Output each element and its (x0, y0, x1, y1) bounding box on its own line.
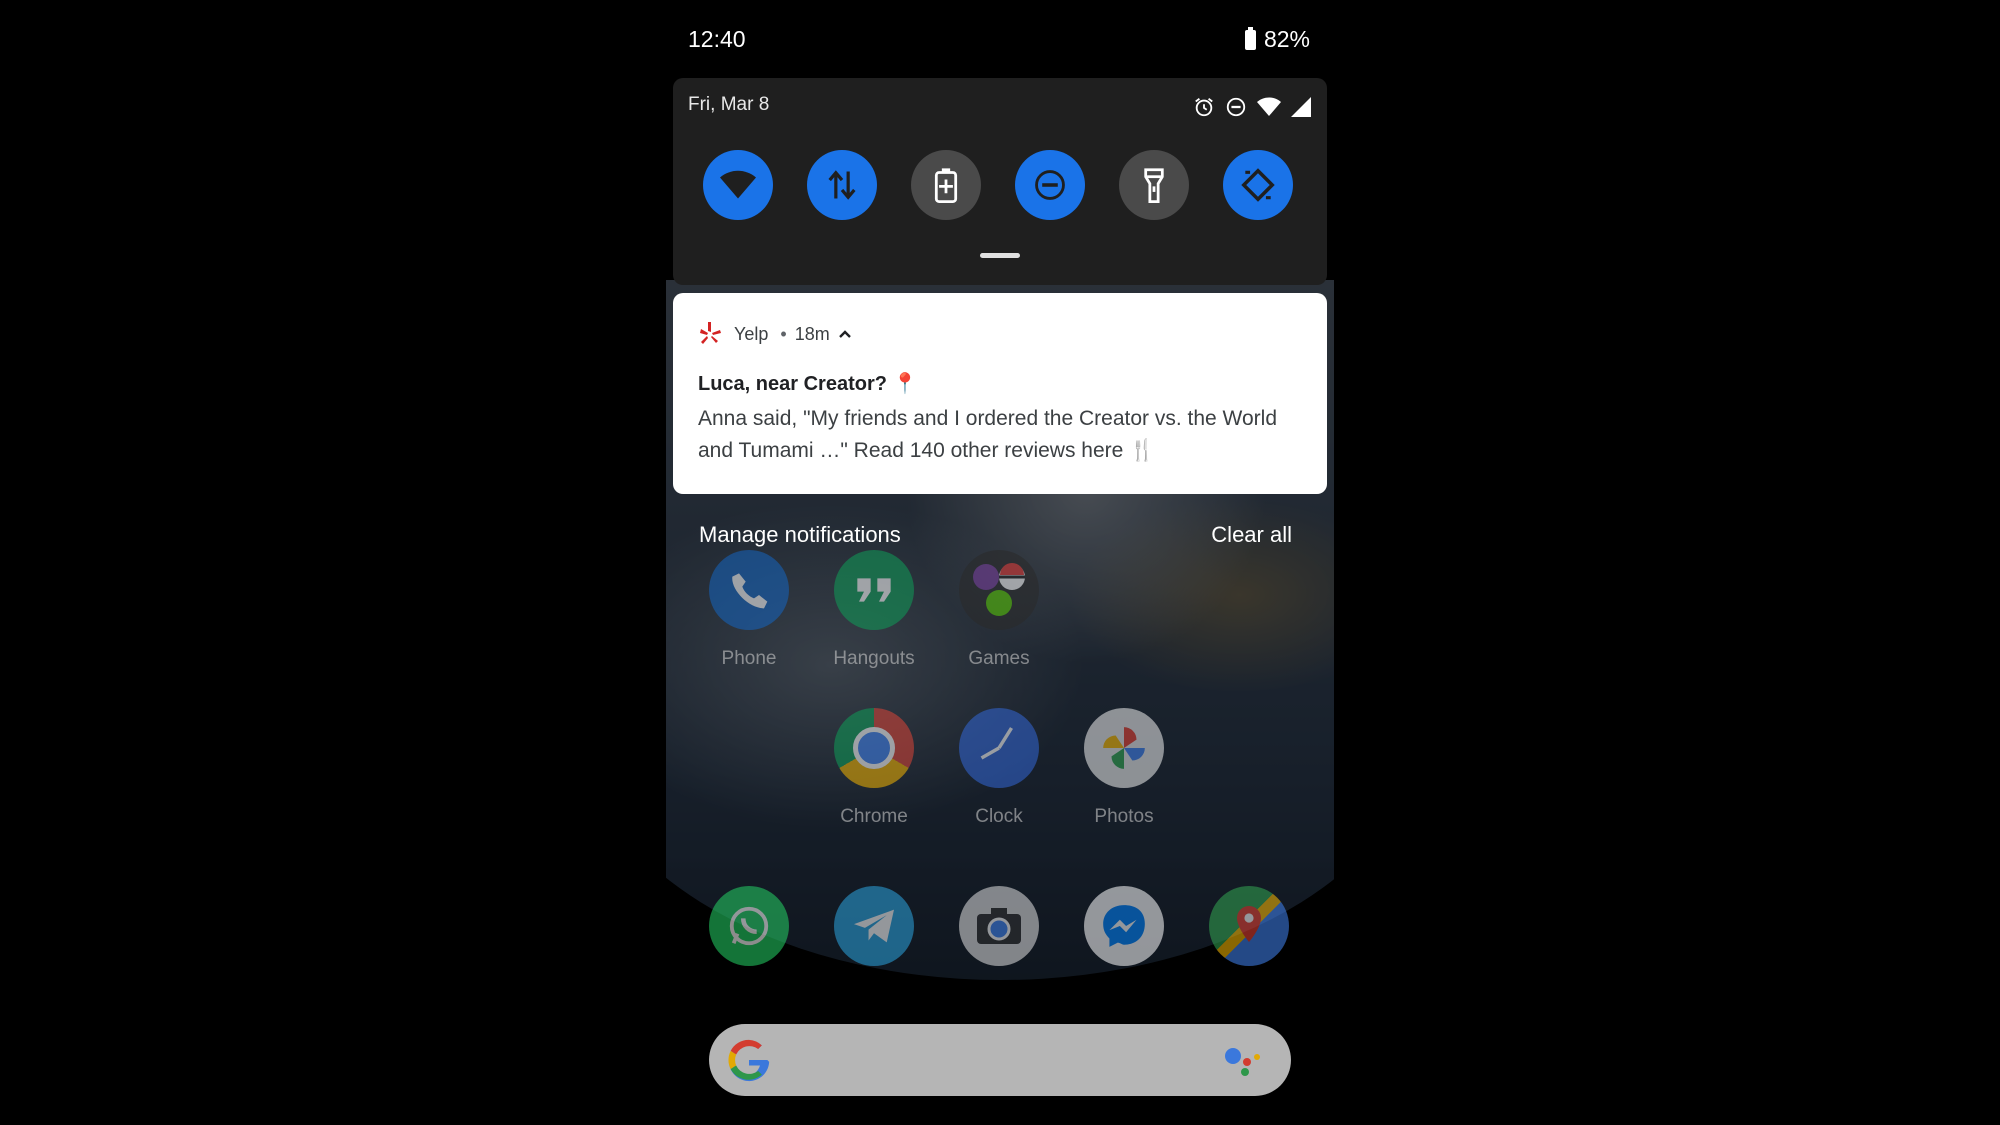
maps-icon (1209, 886, 1289, 966)
quick-tiles (703, 150, 1293, 220)
hangouts-icon (834, 550, 914, 630)
do-not-disturb-tile[interactable] (1015, 150, 1085, 220)
data-arrows-icon (828, 170, 856, 200)
dock-camera[interactable] (959, 886, 1039, 966)
dock-whatsapp[interactable] (709, 886, 789, 966)
dock-messenger[interactable] (1084, 886, 1164, 966)
drag-handle[interactable] (980, 253, 1020, 258)
manage-notifications-button[interactable]: Manage notifications (699, 522, 901, 548)
status-bar: 12:40 82% (666, 0, 1334, 80)
assistant-icon[interactable] (1223, 1046, 1263, 1076)
chrome-icon (834, 708, 914, 788)
wifi-icon (720, 170, 756, 199)
battery-saver-tile[interactable] (911, 150, 981, 220)
battery-icon (1244, 26, 1256, 50)
do-not-disturb-icon (1226, 97, 1246, 117)
auto-rotate-icon (1241, 168, 1275, 202)
phone-screen: 12:40 82% Fri, Mar 8 Yelp • 18m Luca, ne… (666, 0, 1334, 1125)
phone-icon (709, 550, 789, 630)
google-search-bar[interactable] (709, 1024, 1291, 1096)
notification-age: 18m (794, 323, 830, 344)
games-folder-icon (959, 550, 1039, 630)
notification-header: Yelp • 18m (698, 321, 852, 347)
shade-actions: Manage notifications Clear all (666, 522, 1334, 552)
dock-telegram[interactable] (834, 886, 914, 966)
app-label: Clock (975, 806, 1023, 827)
auto-rotate-tile[interactable] (1223, 150, 1293, 220)
mobile-data-tile[interactable] (807, 150, 877, 220)
app-clock[interactable]: Clock (959, 708, 1039, 828)
chevron-up-icon[interactable] (838, 329, 852, 339)
app-label: Phone (721, 648, 777, 669)
notification-app-name: Yelp (734, 323, 769, 344)
quick-settings-panel: Fri, Mar 8 (673, 78, 1327, 285)
alarm-icon (1195, 98, 1213, 117)
app-label: Hangouts (833, 648, 915, 669)
app-folder-games[interactable]: Games (959, 550, 1039, 670)
wifi-icon (1257, 97, 1281, 116)
photos-icon (1084, 708, 1164, 788)
signal-icon (1291, 97, 1311, 117)
app-label: Games (968, 648, 1030, 669)
dock-maps[interactable] (1209, 886, 1289, 966)
clock-time: 12:40 (688, 26, 746, 52)
yelp-notification[interactable]: Yelp • 18m Luca, near Creator? 📍 Anna sa… (673, 293, 1327, 494)
flashlight-tile[interactable] (1119, 150, 1189, 220)
clock-icon (959, 708, 1039, 788)
google-g-icon (728, 1039, 770, 1082)
app-hangouts[interactable]: Hangouts (833, 550, 915, 670)
notification-body: Anna said, "My friends and I ordered the… (698, 407, 1278, 462)
status-icons (1193, 96, 1311, 118)
app-label: Chrome (840, 806, 908, 827)
yelp-logo-icon (700, 322, 721, 344)
date-label[interactable]: Fri, Mar 8 (688, 94, 769, 116)
do-not-disturb-icon (1035, 170, 1065, 200)
app-label: Photos (1094, 806, 1154, 827)
messenger-icon (1084, 886, 1164, 966)
notification-title: Luca, near Creator? 📍 (698, 373, 918, 395)
flashlight-icon (1144, 168, 1164, 203)
clear-all-button[interactable]: Clear all (1211, 522, 1292, 548)
battery-indicator: 82% (1244, 26, 1310, 53)
app-phone[interactable]: Phone (709, 550, 789, 670)
app-photos[interactable]: Photos (1084, 708, 1164, 828)
wifi-tile[interactable] (703, 150, 773, 220)
app-chrome[interactable]: Chrome (834, 708, 914, 828)
whatsapp-icon (709, 886, 789, 966)
separator-dot: • (780, 323, 787, 344)
battery-saver-icon (934, 168, 958, 203)
battery-percent: 82% (1263, 26, 1310, 52)
camera-icon (959, 886, 1039, 966)
telegram-icon (834, 886, 914, 966)
